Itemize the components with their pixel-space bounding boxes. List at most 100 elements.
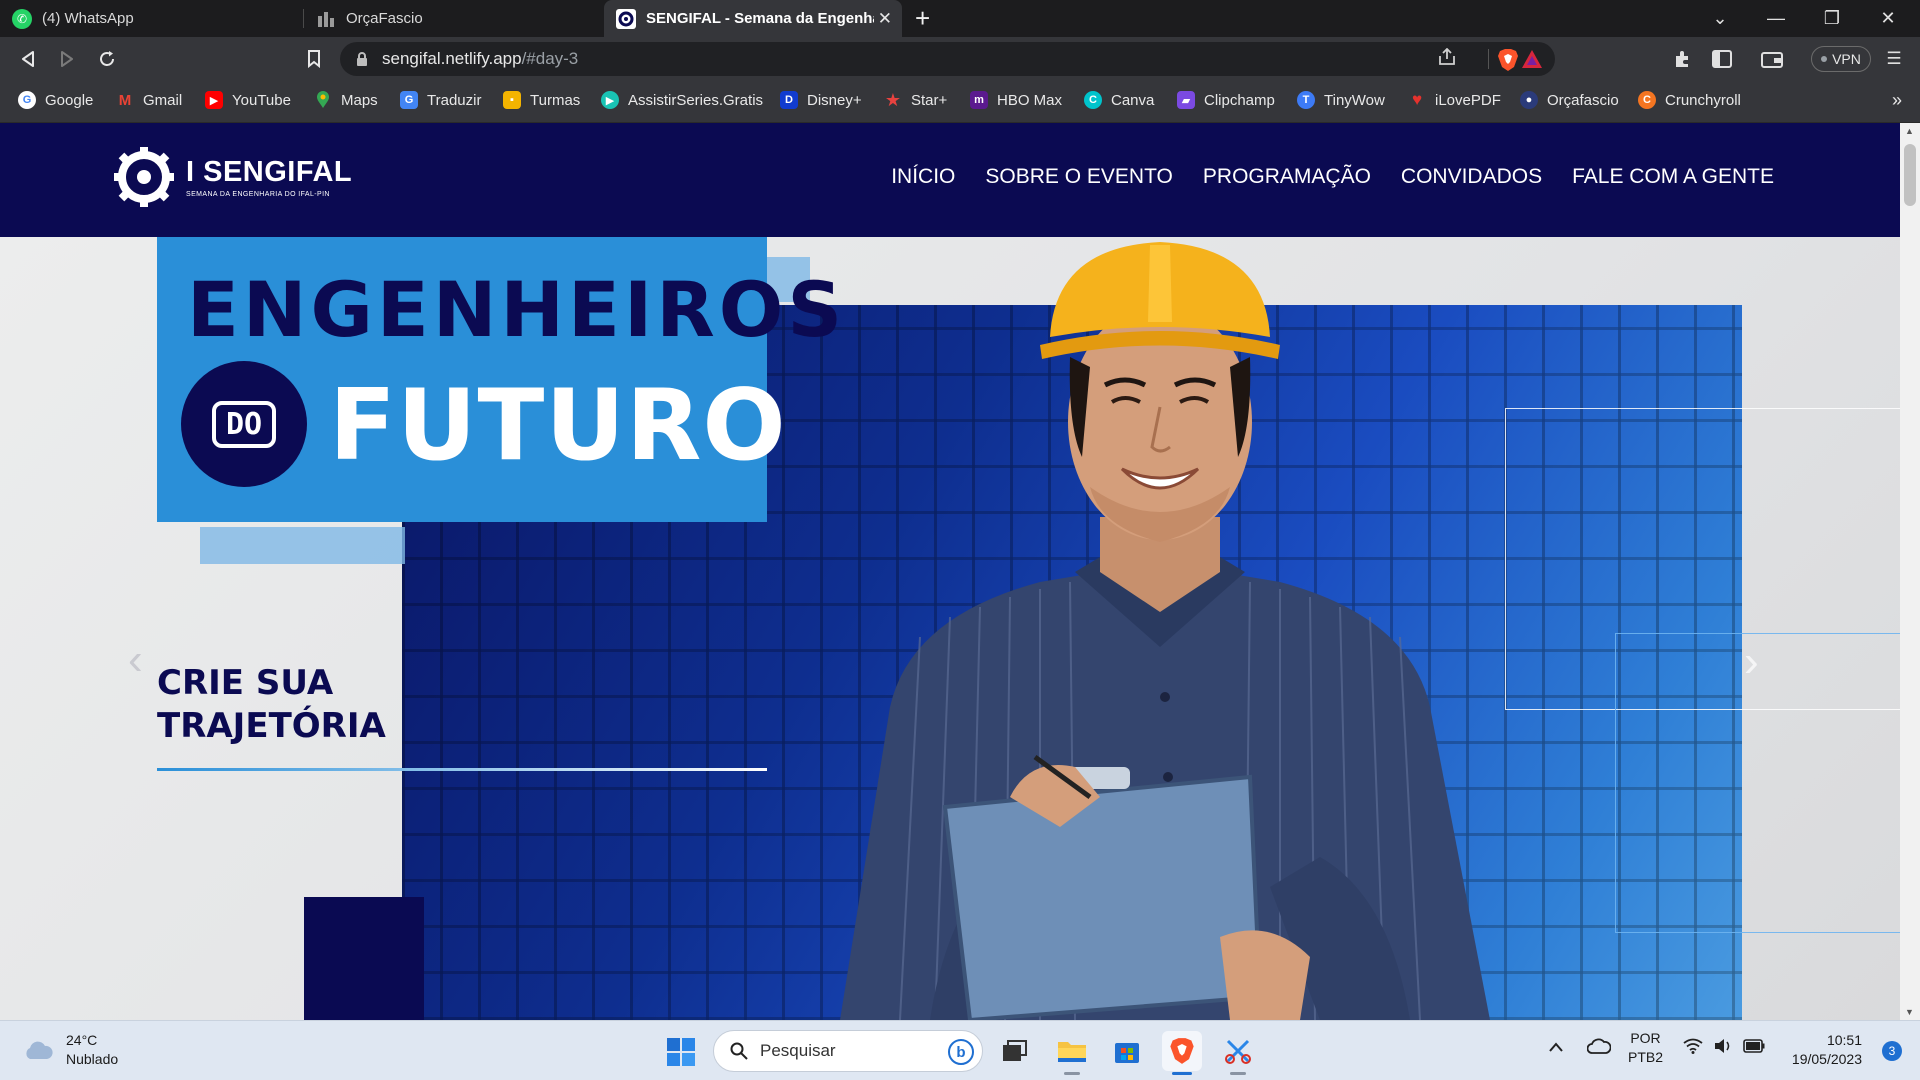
logo-name: I SENGIFAL (186, 156, 353, 188)
address-bar[interactable]: sengifal.netlify.app/#day-3 (340, 42, 1555, 76)
volume-icon (1715, 1039, 1730, 1053)
star-icon: ★ (884, 89, 902, 110)
brave-rewards-icon[interactable] (1521, 49, 1543, 74)
bookmark-orcafascio[interactable]: ● Orçafascio (1520, 91, 1619, 109)
show-hidden-icons[interactable] (1548, 1039, 1564, 1055)
tab-search-chevron-icon[interactable]: ⌄ (1692, 0, 1748, 37)
youtube-icon: ▶ (205, 91, 223, 109)
scroll-down-icon[interactable]: ▼ (1905, 1007, 1914, 1017)
file-explorer-icon[interactable] (1052, 1031, 1092, 1075)
snipping-tool-icon[interactable] (1218, 1031, 1258, 1075)
clock-time: 10:51 (1826, 1032, 1862, 1048)
cloud-icon (26, 1041, 53, 1059)
clock-date: 19/05/2023 (1791, 1051, 1862, 1067)
bookmarks-bar: G Google M Gmail ▶ YouTube Maps G Traduzir ▪… (0, 81, 1920, 123)
bookmark-label: YouTube (232, 91, 291, 109)
orcafascio-icon: ● (1520, 91, 1538, 109)
hero-banner: ENGENHEIROS DO FUTURO CRIE SUA TRAJETÓRI… (0, 237, 1900, 1020)
bookmark-label: iLovePDF (1435, 91, 1501, 109)
extensions-icon[interactable] (1670, 47, 1694, 71)
language-indicator[interactable]: POR PTB2 (1628, 1029, 1663, 1067)
bookmark-label: Turmas (530, 91, 581, 109)
page-scrollbar[interactable]: ▲ ▼ (1900, 123, 1920, 1020)
forward-button[interactable] (53, 45, 81, 73)
bing-icon[interactable]: b (948, 1039, 974, 1065)
nav-fale-com-a-gente[interactable]: FALE COM A GENTE (1572, 165, 1774, 189)
tagline-underline (157, 768, 767, 771)
system-clock[interactable]: 10:51 19/05/2023 (1792, 1031, 1862, 1069)
bookmark-gmail[interactable]: M Gmail (116, 91, 182, 109)
site-header: I SENGIFAL SEMANA DA ENGENHARIA DO IFAL-… (0, 123, 1900, 237)
brave-browser-icon[interactable] (1162, 1031, 1202, 1075)
weather-widget[interactable]: 24°C Nublado (22, 1031, 118, 1069)
reload-button[interactable] (93, 45, 121, 73)
search-icon (730, 1042, 748, 1060)
share-icon[interactable] (1437, 47, 1457, 71)
bookmark-google[interactable]: G Google (18, 91, 93, 109)
new-tab-button[interactable]: + (915, 3, 930, 34)
bookmark-turmas[interactable]: ▪ Turmas (503, 91, 580, 109)
brave-shield-icon[interactable] (1497, 48, 1519, 77)
close-window-button[interactable]: ✕ (1860, 0, 1916, 37)
hero-tagline: CRIE SUA TRAJETÓRIA (157, 662, 386, 748)
logo-subtitle: SEMANA DA ENGENHARIA DO IFAL-PIN (186, 191, 330, 198)
gmail-icon: M (118, 91, 132, 109)
bookmark-tinywow[interactable]: T TinyWow (1297, 91, 1385, 109)
microsoft-store-icon[interactable] (1107, 1031, 1147, 1071)
nav-programacao[interactable]: PROGRAMAÇÃO (1203, 165, 1371, 189)
bookmark-disney[interactable]: D Disney+ (780, 91, 862, 109)
notification-badge[interactable]: 3 (1882, 1041, 1902, 1061)
tab-whatsapp[interactable]: ✆ (4) WhatsApp (0, 0, 304, 37)
bookmark-label: Maps (341, 91, 378, 109)
menu-icon[interactable]: ☰ (1882, 47, 1906, 71)
bookmark-icon[interactable] (300, 45, 328, 73)
sidebar-icon[interactable] (1710, 47, 1734, 71)
nav-convidados[interactable]: CONVIDADOS (1401, 165, 1542, 189)
bookmark-youtube[interactable]: ▶ YouTube (205, 91, 291, 109)
tab-orcafascio[interactable]: OrçaFascio (304, 0, 604, 37)
battery-icon (1743, 1039, 1765, 1053)
hero-title-box: ENGENHEIROS DO FUTURO (157, 237, 842, 522)
more-bookmarks-icon[interactable]: » (1892, 90, 1902, 111)
wallet-icon[interactable] (1760, 47, 1784, 71)
bookmark-hbomax[interactable]: m HBO Max (970, 91, 1062, 109)
nav-sobre-o-evento[interactable]: SOBRE O EVENTO (985, 165, 1173, 189)
taskview-icon[interactable] (995, 1031, 1035, 1071)
bookmark-label: Orçafascio (1547, 91, 1619, 109)
bookmark-maps[interactable]: Maps (314, 91, 378, 109)
tab-title: (4) WhatsApp (42, 10, 134, 27)
bookmark-label: Gmail (143, 91, 183, 109)
taskbar-search[interactable]: Pesquisar b (713, 1030, 983, 1072)
tab-sengifal[interactable]: SENGIFAL - Semana da Engenhari ✕ (604, 0, 902, 37)
site-logo[interactable]: I SENGIFAL SEMANA DA ENGENHARIA DO IFAL-… (112, 145, 352, 209)
hbomax-icon: m (970, 91, 988, 109)
scroll-thumb[interactable] (1904, 144, 1916, 206)
hero-tagline-line2: TRAJETÓRIA (157, 706, 386, 746)
bookmark-ilovepdf[interactable]: ♥ iLovePDF (1408, 90, 1501, 109)
hero-title-line3: FUTURO (329, 369, 787, 483)
bookmark-canva[interactable]: C Canva (1084, 91, 1154, 109)
bookmark-traduzir[interactable]: G Traduzir (400, 91, 481, 109)
vpn-button[interactable]: VPN (1811, 46, 1871, 72)
bookmark-label: Disney+ (807, 91, 862, 109)
system-tray-status[interactable] (1683, 1038, 1765, 1054)
restore-button[interactable]: ❐ (1804, 0, 1860, 37)
classroom-icon: ▪ (503, 91, 521, 109)
bookmark-clipchamp[interactable]: ▰ Clipchamp (1177, 91, 1275, 109)
tab-title: SENGIFAL - Semana da Engenhari (646, 10, 874, 27)
bookmark-label: TinyWow (1324, 91, 1385, 109)
close-tab-icon[interactable]: ✕ (878, 9, 892, 29)
bookmark-crunchyroll[interactable]: C Crunchyroll (1638, 91, 1741, 109)
onedrive-icon[interactable] (1586, 1038, 1612, 1057)
translate-icon: G (400, 91, 418, 109)
nav-inicio[interactable]: INÍCIO (891, 165, 955, 189)
bookmark-star[interactable]: ★ Star+ (884, 89, 947, 110)
ilovepdf-icon: ♥ (1411, 90, 1423, 109)
windows-start-icon[interactable] (666, 1037, 696, 1067)
scroll-up-icon[interactable]: ▲ (1905, 126, 1914, 136)
minimize-button[interactable]: — (1748, 0, 1804, 37)
bookmark-assistirseries[interactable]: ▶ AssistirSeries.Gratis (601, 91, 763, 109)
slide-prev-icon[interactable]: ‹ (128, 635, 143, 685)
slide-next-icon[interactable]: › (1744, 637, 1759, 687)
back-button[interactable] (14, 45, 42, 73)
